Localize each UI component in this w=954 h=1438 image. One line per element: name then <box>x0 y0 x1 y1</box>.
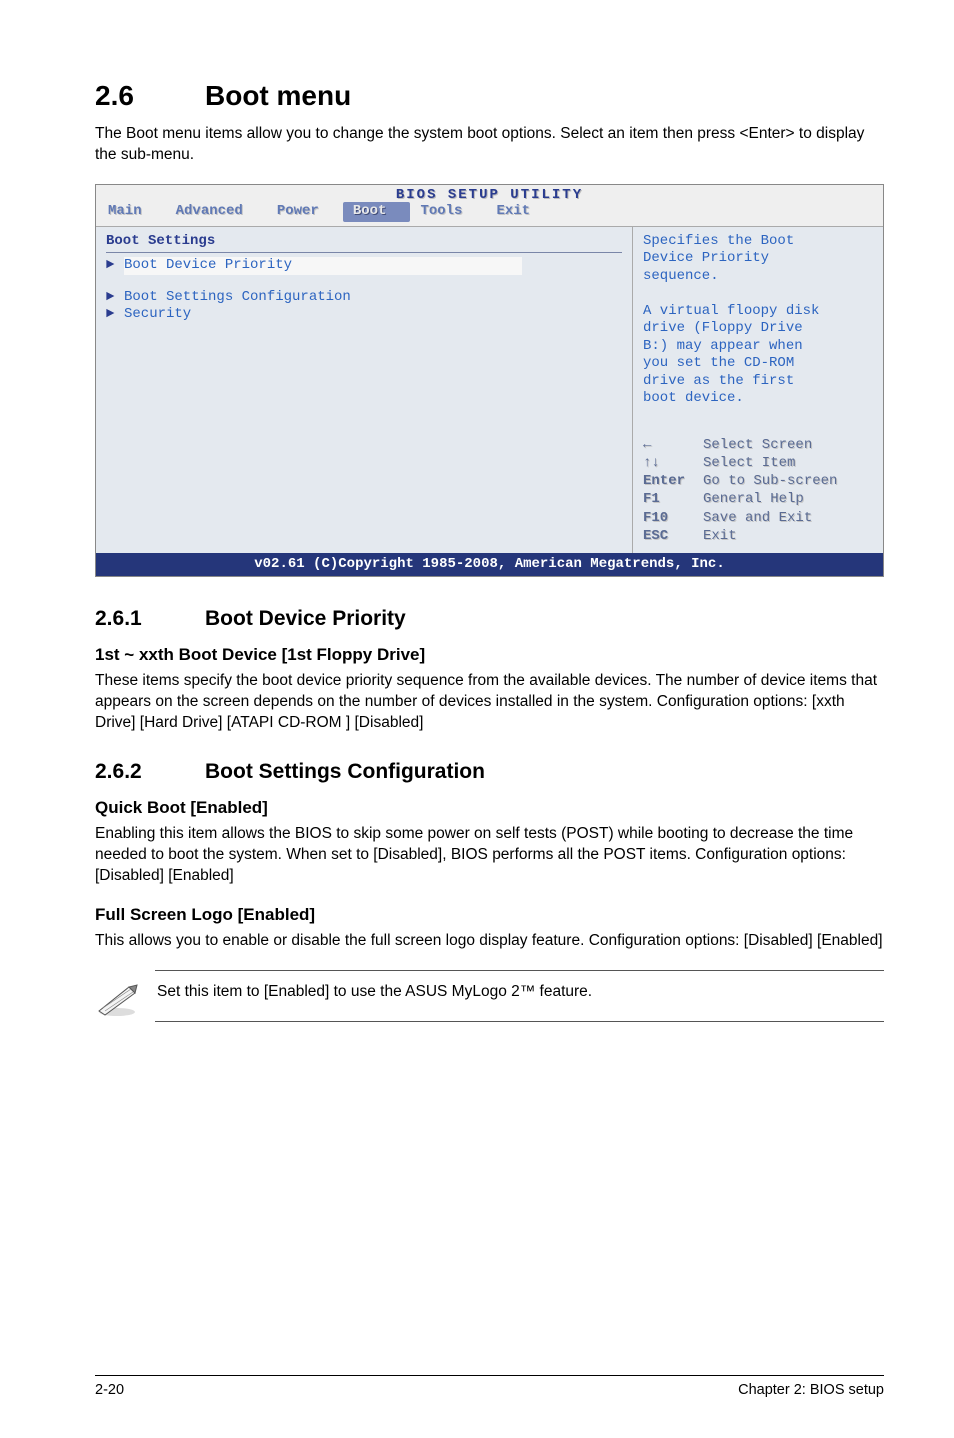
submenu-arrow-icon: ► <box>106 257 124 275</box>
subsection-title: Boot Settings Configuration <box>205 760 485 783</box>
bios-menu-item-boot-settings-config[interactable]: ►Boot Settings Configuration <box>106 289 622 307</box>
note-text: Set this item to [Enabled] to use the AS… <box>157 983 592 1001</box>
subsection-heading-261: 2.6.1Boot Device Priority <box>95 607 884 631</box>
bios-tab-tools[interactable]: Tools <box>410 202 486 222</box>
nav-key-enter: Enter <box>643 472 703 490</box>
option-body: This allows you to enable or disable the… <box>95 931 884 952</box>
help-line: drive as the first <box>643 373 875 391</box>
nav-label: Select Screen <box>703 436 812 454</box>
option-heading-1st-boot-device: 1st ~ xxth Boot Device [1st Floppy Drive… <box>95 645 884 665</box>
subsection-number: 2.6.2 <box>95 760 205 784</box>
nav-key-f10: F10 <box>643 509 703 527</box>
submenu-arrow-icon: ► <box>106 289 124 307</box>
nav-key-esc: ESC <box>643 527 703 545</box>
note-divider-top <box>155 970 884 971</box>
help-line: sequence. <box>643 268 875 286</box>
pencil-note-icon <box>95 981 139 1017</box>
nav-label: General Help <box>703 490 804 508</box>
nav-label: Select Item <box>703 454 795 472</box>
help-line: A virtual floopy disk <box>643 303 875 321</box>
bios-nav-legend: ←Select Screen ↑↓Select Item EnterGo to … <box>643 436 875 545</box>
subsection-number: 2.6.1 <box>95 607 205 631</box>
option-heading-full-screen-logo: Full Screen Logo [Enabled] <box>95 905 884 925</box>
bios-item-label: Boot Settings Configuration <box>124 289 351 305</box>
bios-tab-advanced[interactable]: Advanced <box>166 202 267 222</box>
bios-menu-item-security[interactable]: ►Security <box>106 306 622 324</box>
bios-copyright-footer: v02.61 (C)Copyright 1985-2008, American … <box>96 553 883 577</box>
chapter-label: Chapter 2: BIOS setup <box>738 1382 884 1398</box>
bios-help-text: Specifies the Boot Device Priority seque… <box>643 233 875 408</box>
help-line: drive (Floppy Drive <box>643 320 875 338</box>
bios-item-label: Boot Device Priority <box>124 257 522 275</box>
submenu-arrow-icon: ► <box>106 306 124 324</box>
help-line <box>643 285 875 303</box>
divider <box>106 252 622 253</box>
bios-screenshot: BIOS SETUP UTILITY Main Advanced Power B… <box>95 184 884 578</box>
bios-tab-row: Main Advanced Power Boot Tools Exit <box>96 202 883 224</box>
nav-label: Go to Sub-screen <box>703 472 837 490</box>
section-heading: 2.6Boot menu <box>95 80 884 112</box>
note-block: Set this item to [Enabled] to use the AS… <box>95 970 884 1022</box>
page-number: 2-20 <box>95 1382 124 1398</box>
bios-tab-power[interactable]: Power <box>267 202 343 222</box>
subsection-heading-262: 2.6.2Boot Settings Configuration <box>95 760 884 784</box>
nav-label: Exit <box>703 527 737 545</box>
help-line: B:) may appear when <box>643 338 875 356</box>
bios-left-heading: Boot Settings <box>106 233 622 251</box>
help-line: boot device. <box>643 390 875 408</box>
nav-label: Save and Exit <box>703 509 812 527</box>
bios-right-panel: Specifies the Boot Device Priority seque… <box>633 226 883 553</box>
bios-left-panel: Boot Settings ►Boot Device Priority ►Boo… <box>96 226 633 553</box>
bios-menu-item-boot-device-priority[interactable]: ►Boot Device Priority <box>106 257 622 275</box>
option-body: Enabling this item allows the BIOS to sk… <box>95 824 884 887</box>
option-body: These items specify the boot device prio… <box>95 671 884 734</box>
help-line: you set the CD-ROM <box>643 355 875 373</box>
bios-tab-boot[interactable]: Boot <box>343 202 411 222</box>
help-line: Specifies the Boot <box>643 233 875 251</box>
section-title-text: Boot menu <box>205 80 351 111</box>
nav-key-f1: F1 <box>643 490 703 508</box>
option-heading-quick-boot: Quick Boot [Enabled] <box>95 798 884 818</box>
note-divider-bottom <box>155 1021 884 1022</box>
nav-key-left-arrow-icon: ← <box>643 436 703 454</box>
section-intro: The Boot menu items allow you to change … <box>95 124 884 166</box>
help-line: Device Priority <box>643 250 875 268</box>
section-number: 2.6 <box>95 80 205 112</box>
subsection-title: Boot Device Priority <box>205 607 406 630</box>
bios-item-label: Security <box>124 306 191 322</box>
bios-tab-exit[interactable]: Exit <box>486 202 554 222</box>
page-footer: 2-20 Chapter 2: BIOS setup <box>95 1375 884 1398</box>
bios-tab-main[interactable]: Main <box>98 202 166 222</box>
nav-key-updown-arrow-icon: ↑↓ <box>643 454 703 472</box>
